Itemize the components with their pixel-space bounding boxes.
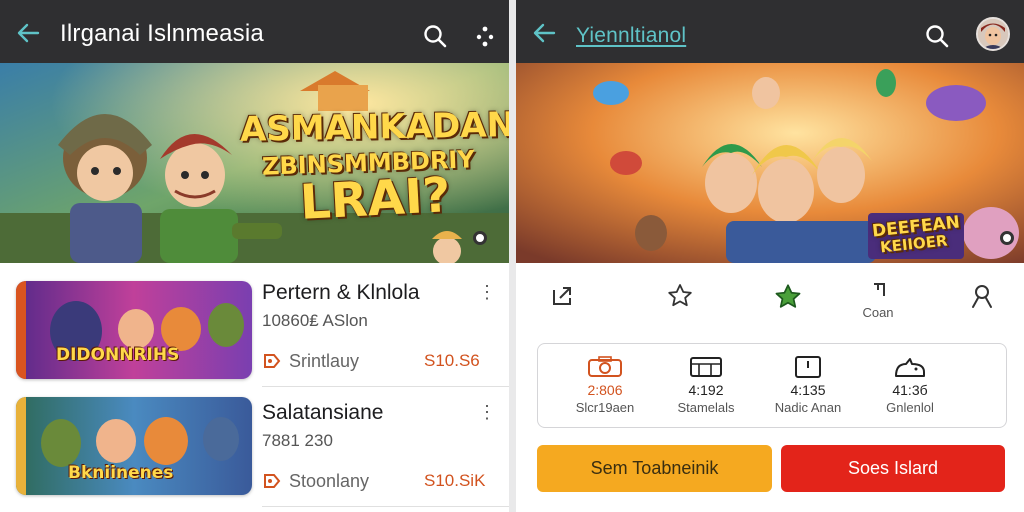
stat-stamels: 4:192 Stamelals xyxy=(656,356,756,415)
item-thumbnail: DIDONNRIHS xyxy=(16,281,252,379)
page-title: Yiennltianol xyxy=(576,24,687,47)
item-name: Salatansiane xyxy=(262,401,384,424)
stat-general: 41:3б Gnlenlol xyxy=(860,356,960,415)
banner-title-line1: ASMANKADANES xyxy=(239,104,509,150)
stat-nadic: 4:135 Nadic Anan xyxy=(758,356,858,415)
stats-card: 2:806 Slcr19aen 4:192 Stamelals 4:135 Na… xyxy=(537,343,1007,428)
stat-label: Slcr19aen xyxy=(575,400,635,415)
save-button[interactable]: Coan xyxy=(858,282,898,320)
more-options-icon[interactable] xyxy=(474,23,496,49)
tag-icon xyxy=(262,351,282,371)
profile-button[interactable] xyxy=(962,282,1002,315)
star-filled-icon xyxy=(775,284,801,308)
item-price: S10.S6 xyxy=(424,351,480,370)
item-name: Pertern & Klnlola xyxy=(262,281,420,304)
banner-title-line3: LRAI? xyxy=(298,167,452,231)
stat-label: Stamelals xyxy=(677,400,735,415)
share-button[interactable] xyxy=(542,282,582,315)
thumbnail-title: Bkniinenes xyxy=(68,463,174,483)
divider xyxy=(262,506,509,507)
stat-value: 4:192 xyxy=(688,382,724,398)
camera-icon xyxy=(588,356,622,377)
stat-label: Gnlenlol xyxy=(886,400,934,415)
stat-value: 4:135 xyxy=(790,382,826,398)
bookmark-icon xyxy=(874,283,885,296)
search-icon[interactable] xyxy=(924,23,950,49)
item-tag: Srintlauy xyxy=(289,351,360,371)
screen-icon xyxy=(690,357,722,377)
banner-media-button[interactable] xyxy=(473,231,487,245)
banner-media-button[interactable] xyxy=(1000,231,1014,245)
cat-icon xyxy=(895,358,925,377)
tag-icon xyxy=(262,471,282,491)
timer-icon xyxy=(795,356,821,378)
user-icon xyxy=(972,285,992,308)
favorite-button[interactable] xyxy=(660,282,700,315)
page-title: Ilrganai Islnmeasia xyxy=(60,20,264,47)
search-icon[interactable] xyxy=(422,23,448,49)
featured-banner[interactable]: ASMANKADANES ZBINSMMBDRIY LRAI? xyxy=(0,63,509,263)
list-item[interactable]: DIDONNRIHS Pertern & Klnlola 10860₤ ASlo… xyxy=(0,267,509,387)
primary-action-button[interactable]: Sem Toabneinik xyxy=(537,445,772,492)
left-app-bar: Ilrganai Islnmeasia xyxy=(0,0,509,63)
list-item[interactable]: Bkniinenes Salatansiane 7881 230 Stoonla… xyxy=(0,387,509,507)
secondary-action-button[interactable]: Soes Islard xyxy=(781,445,1005,492)
item-subtitle: 10860₤ ASlon xyxy=(262,311,368,330)
action-row: Coan xyxy=(516,268,1024,332)
item-menu-icon[interactable]: ⋮ xyxy=(478,403,496,421)
item-tag: Stoonlany xyxy=(289,471,370,491)
stat-value: 2:806 xyxy=(587,382,623,398)
share-icon xyxy=(553,287,571,305)
item-subtitle: 7881 230 xyxy=(262,431,333,450)
page-indicator xyxy=(762,505,802,511)
item-price: S10.SiK xyxy=(424,471,486,490)
star-outline-icon xyxy=(668,284,692,307)
rated-button[interactable] xyxy=(768,282,808,317)
item-thumbnail: Bkniinenes xyxy=(16,397,252,495)
back-arrow-icon[interactable] xyxy=(16,22,40,44)
stat-value: 41:3б xyxy=(892,382,928,398)
right-app-screen: Yiennltianol DEEFEAN KEIIOER Coan 2:806 … xyxy=(516,0,1024,512)
back-arrow-icon[interactable] xyxy=(532,22,556,44)
user-avatar[interactable] xyxy=(976,17,1010,51)
item-menu-icon[interactable]: ⋮ xyxy=(478,283,496,301)
featured-banner[interactable]: DEEFEAN KEIIOER xyxy=(516,63,1024,263)
thumbnail-title: DIDONNRIHS xyxy=(56,345,180,365)
stat-screenshots: 2:806 Slcr19aen xyxy=(555,356,655,415)
stat-label: Nadic Anan xyxy=(774,400,842,415)
save-label: Coan xyxy=(862,305,894,320)
left-app-screen: Ilrganai Islnmeasia ASMANKADANES ZBINSMM… xyxy=(0,0,509,512)
right-app-bar: Yiennltianol xyxy=(516,0,1024,63)
